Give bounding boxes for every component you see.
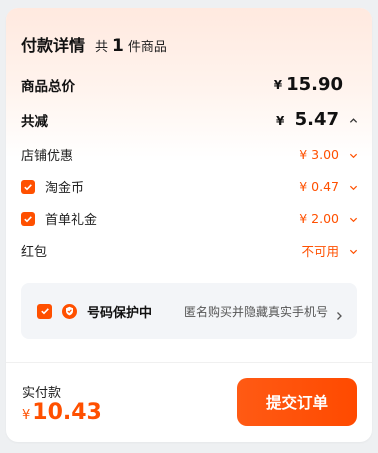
first-order-gift-value: ¥ 2.00	[299, 211, 358, 226]
first-order-gift-amount: 2.00	[311, 211, 339, 226]
currency-symbol: ¥	[299, 179, 308, 194]
number-protection-checkbox[interactable]	[37, 303, 52, 319]
taojinbi-label: 淘金币	[45, 181, 85, 196]
store-discount-amount: 3.00	[311, 147, 339, 162]
page-title: 付款详情	[21, 36, 86, 55]
chevron-down-icon[interactable]	[349, 183, 358, 191]
reduction-row[interactable]: 共减 ¥ 5.47	[21, 109, 358, 130]
currency-symbol: ¥	[299, 147, 308, 162]
total-price-value: ¥ 15.90	[274, 74, 343, 95]
item-count: 1	[112, 36, 124, 56]
payment-header: 付款详情 共 1 件商品	[21, 32, 167, 56]
checkbox-checked-icon	[24, 215, 32, 222]
taojinbi-amount: 0.47	[311, 179, 339, 194]
actual-payment-value: 10.43	[32, 400, 102, 425]
taojinbi-row[interactable]: 淘金币 ¥ 0.47	[21, 177, 358, 196]
number-protection-title: 号码保护中	[87, 305, 153, 321]
submit-order-button[interactable]: 提交订单	[237, 378, 357, 426]
first-order-gift-row[interactable]: 首单礼金 ¥ 2.00	[21, 209, 358, 228]
store-discount-row[interactable]: 店铺优惠 ¥ 3.00	[21, 145, 358, 164]
chevron-down-icon[interactable]	[349, 151, 358, 159]
first-order-gift-checkbox[interactable]	[21, 211, 35, 226]
hongbao-label: 红包	[21, 245, 48, 260]
item-count-suffix: 件商品	[127, 40, 167, 55]
hongbao-row[interactable]: 红包 不可用	[21, 241, 358, 260]
item-count-prefix: 共	[95, 40, 109, 55]
hongbao-status: 不可用	[301, 244, 339, 259]
divider	[6, 362, 372, 363]
reduction-value: ¥ 5.47	[276, 109, 358, 130]
shield-icon	[62, 303, 77, 319]
checkbox-checked-icon	[40, 308, 49, 315]
hongbao-value: 不可用	[301, 241, 358, 260]
chevron-down-icon[interactable]	[349, 247, 358, 255]
store-discount-label: 店铺优惠	[21, 149, 74, 164]
reduction-amount: 5.47	[294, 109, 339, 130]
checkbox-checked-icon	[24, 183, 32, 190]
first-order-gift-label: 首单礼金	[45, 213, 98, 228]
store-discount-value: ¥ 3.00	[299, 147, 358, 162]
total-price-amount: 15.90	[286, 74, 343, 95]
currency-symbol: ¥	[299, 211, 308, 226]
chevron-right-icon[interactable]	[336, 306, 343, 320]
reduction-label: 共减	[21, 113, 48, 130]
total-price-label: 商品总价	[21, 78, 75, 95]
currency-symbol: ¥	[273, 77, 283, 92]
chevron-up-icon[interactable]	[349, 116, 358, 124]
number-protection-desc: 匿名购买并隐藏真实手机号	[183, 304, 328, 319]
total-price-row: 商品总价 ¥ 15.90	[21, 74, 357, 95]
reduction-price: ¥ 5.47	[276, 109, 339, 130]
taojinbi-value: ¥ 0.47	[299, 179, 358, 194]
actual-payment-amount: ¥ 10.43	[22, 400, 102, 425]
number-protection-panel[interactable]: 号码保护中 匿名购买并隐藏真实手机号	[21, 283, 357, 339]
payment-details-card: 付款详情 共 1 件商品 商品总价 ¥ 15.90 共减 ¥ 5.47 店铺优惠…	[6, 8, 372, 442]
actual-payment-label: 实付款	[22, 386, 62, 401]
taojinbi-checkbox[interactable]	[21, 179, 35, 194]
chevron-down-icon[interactable]	[349, 215, 358, 223]
currency-symbol: ¥	[22, 408, 31, 423]
currency-symbol: ¥	[275, 114, 285, 128]
